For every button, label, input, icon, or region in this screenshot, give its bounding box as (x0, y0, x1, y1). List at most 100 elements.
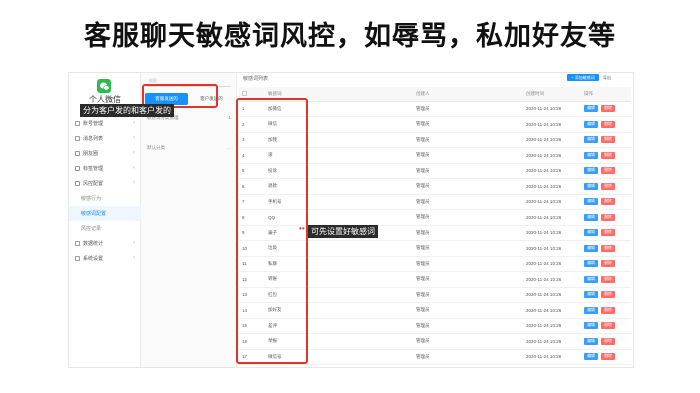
edit-button[interactable]: 编辑 (584, 353, 598, 361)
edit-button[interactable]: 编辑 (584, 337, 598, 345)
delete-button[interactable]: 删除 (601, 322, 615, 330)
row-time: 2020-11-24 10:26 (523, 178, 581, 195)
table-row[interactable]: 9 骗子 管理员 2020-11-24 10:26 编辑 删除 (239, 225, 631, 241)
sidebar-item[interactable]: 系统设置 ‹ (69, 251, 141, 266)
delete-button[interactable]: 删除 (601, 353, 615, 361)
delete-button[interactable]: 删除 (601, 120, 615, 128)
edit-button[interactable]: 编辑 (584, 105, 598, 113)
menu-icon (75, 181, 80, 186)
delete-button[interactable]: 删除 (601, 151, 615, 159)
edit-button[interactable]: 编辑 (584, 275, 598, 283)
row-creator: 管理员 (413, 147, 523, 164)
table-row[interactable]: 12 转账 管理员 2020-11-24 10:26 编辑 删除 (239, 271, 631, 288)
delete-button[interactable]: 删除 (601, 275, 615, 283)
category-label: 默认分类 (147, 145, 165, 150)
row-time: 2020-11-24 10:26 (523, 116, 581, 133)
sidebar-item-label: 朋友圈 (83, 151, 99, 157)
edit-button[interactable]: 编辑 (584, 120, 598, 128)
row-creator: 管理员 (413, 240, 523, 257)
edit-button[interactable]: 编辑 (584, 306, 598, 314)
row-creator: 管理员 (413, 225, 523, 241)
table-row[interactable]: 16 举报 管理员 2020-11-24 10:26 编辑 删除 (239, 333, 631, 350)
export-button[interactable]: 导出 (603, 74, 627, 81)
delete-button[interactable]: 删除 (601, 260, 615, 268)
table-row[interactable]: 2 微信 管理员 2020-11-24 10:26 编辑 删除 (239, 116, 631, 133)
delete-button[interactable]: 删除 (601, 105, 615, 113)
row-creator: 管理员 (413, 349, 523, 365)
table-row[interactable]: 14 加好友 管理员 2020-11-24 10:26 编辑 删除 (239, 302, 631, 319)
sidebar-item-label: 账号管理 (83, 121, 104, 127)
row-time: 2020-11-24 10:26 (523, 194, 581, 210)
row-creator: 管理员 (413, 287, 523, 303)
edit-button[interactable]: 编辑 (584, 182, 598, 190)
delete-button[interactable]: 删除 (601, 337, 615, 345)
delete-button[interactable]: 删除 (601, 306, 615, 314)
row-actions: 编辑 删除 (581, 163, 631, 179)
edit-button[interactable]: 编辑 (584, 291, 598, 299)
words-callout: 可先设置好敏感词 (308, 225, 378, 238)
delete-button[interactable]: 删除 (601, 291, 615, 299)
delete-button[interactable]: 删除 (601, 213, 615, 221)
header-checkbox[interactable] (239, 87, 265, 102)
table-row[interactable]: 4 滚管理员 2020-11-24 10:26 编辑 删除 (239, 147, 631, 164)
row-word: 转账 (265, 271, 413, 288)
table-row[interactable]: 7 手机号 管理员 2020-11-24 10:26 编辑 删除 (239, 194, 631, 210)
delete-button[interactable]: 删除 (601, 136, 615, 144)
sidebar-item-label: 数据统计 (83, 241, 104, 247)
add-word-button[interactable]: + 添加敏感词 (567, 74, 599, 81)
table-row[interactable]: 17 微信号 管理员 2020-11-24 10:26 编辑 删除 (239, 349, 631, 365)
sidebar-item[interactable]: 消息列表 ‹ (69, 131, 141, 146)
table-row[interactable]: 15 差评 管理员 2020-11-24 10:26 编辑 删除 (239, 318, 631, 334)
menu-icon (75, 166, 80, 171)
edit-button[interactable]: 编辑 (584, 167, 598, 175)
sidebar-item[interactable]: 朋友圈 ‹ (69, 146, 141, 161)
menu-icon (75, 241, 80, 246)
sidebar-item[interactable]: 敏感词配置 (69, 206, 141, 221)
category-row[interactable]: 默认分类 … (147, 145, 231, 155)
edit-button[interactable]: 编辑 (584, 136, 598, 144)
sidebar-item-label: 消息列表 (83, 136, 104, 142)
row-actions: 编辑 删除 (581, 101, 631, 117)
sidebar-item[interactable]: 敏感行为 (69, 191, 141, 206)
table-row[interactable]: 5 投诉 管理员 2020-11-24 10:26 编辑 删除 (239, 163, 631, 179)
category-meta: … (226, 145, 232, 150)
row-time: 2020-11-24 10:26 (523, 132, 581, 148)
row-actions: 编辑 删除 (581, 287, 631, 303)
table-row[interactable]: 13 红包 管理员 2020-11-24 10:26 编辑 删除 (239, 287, 631, 303)
edit-button[interactable]: 编辑 (584, 260, 598, 268)
edit-button[interactable]: 编辑 (584, 229, 598, 237)
sidebar-item[interactable]: 风控配置 ‹ (69, 176, 141, 191)
row-actions: 编辑 删除 (581, 132, 631, 148)
tab-customer-sent[interactable]: 客户发送的 (190, 93, 233, 105)
edit-button[interactable]: 编辑 (584, 322, 598, 330)
delete-button[interactable]: 删除 (601, 167, 615, 175)
table-row[interactable]: 10 垃圾 管理员 2020-11-24 10:26 编辑 删除 (239, 240, 631, 257)
row-word: 微信号 (265, 349, 413, 365)
row-id: 2 (239, 116, 265, 133)
row-time: 2020-11-24 10:26 (523, 101, 581, 117)
table-row[interactable]: 3 加我 管理员 2020-11-24 10:26 编辑 删除 (239, 132, 631, 148)
edit-button[interactable]: 编辑 (584, 198, 598, 206)
sidebar-item[interactable]: 账号管理 ‹ (69, 116, 141, 131)
sidebar-item[interactable]: 数据统计 ‹ (69, 236, 141, 251)
table-row[interactable]: 8 QQ 管理员 2020-11-24 10:26 编辑 删除 (239, 209, 631, 226)
sidebar-item[interactable]: 风控记录 (69, 221, 141, 236)
row-creator: 管理员 (413, 302, 523, 319)
delete-button[interactable]: 删除 (601, 198, 615, 206)
edit-button[interactable]: 编辑 (584, 244, 598, 252)
table-row[interactable]: 6 退款 管理员 2020-11-24 10:26 编辑 删除 (239, 178, 631, 195)
sidebar-item[interactable]: 标签管理 ‹ (69, 161, 141, 176)
delete-button[interactable]: 删除 (601, 182, 615, 190)
edit-button[interactable]: 编辑 (584, 213, 598, 221)
row-actions: 编辑 删除 (581, 209, 631, 226)
table-row[interactable]: 1 加微信 管理员 2020-11-24 10:26 编辑 删除 (239, 101, 631, 117)
category-search-input[interactable]: 搜索 (147, 78, 231, 87)
row-time: 2020-11-24 10:26 (523, 302, 581, 319)
row-id: 10 (239, 240, 265, 257)
edit-button[interactable]: 编辑 (584, 151, 598, 159)
delete-button[interactable]: 删除 (601, 229, 615, 237)
row-time: 2020-11-24 10:26 (523, 147, 581, 164)
table-row[interactable]: 11 私聊 管理员 2020-11-24 10:26 编辑 删除 (239, 256, 631, 272)
delete-button[interactable]: 删除 (601, 244, 615, 252)
row-actions: 编辑 删除 (581, 147, 631, 164)
